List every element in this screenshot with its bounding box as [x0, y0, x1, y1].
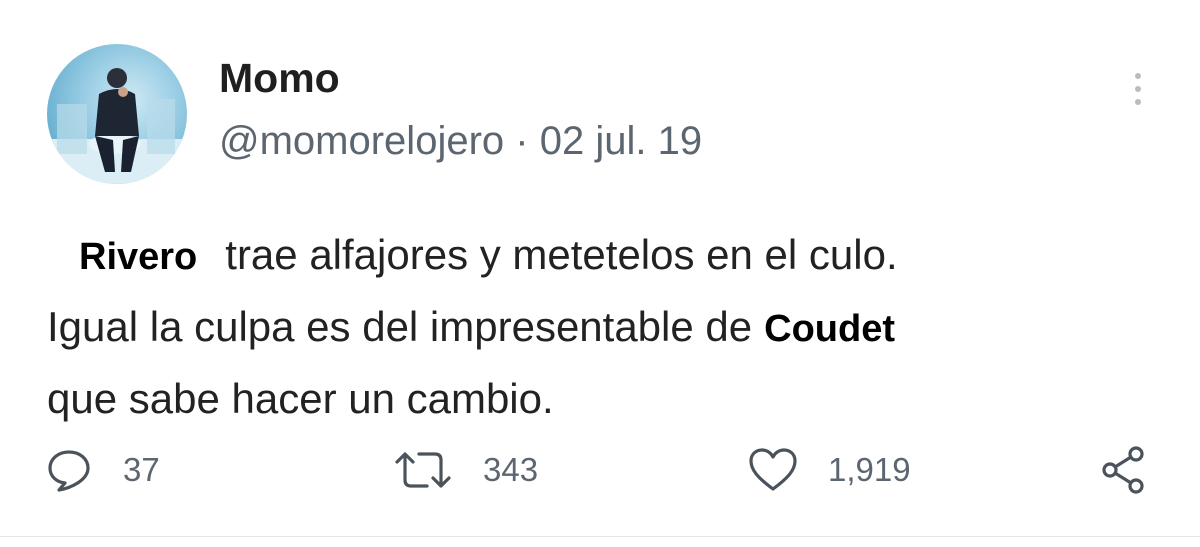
- display-name[interactable]: Momo: [219, 58, 340, 99]
- share-button[interactable]: [1098, 440, 1150, 500]
- tweet-actions: 37 343 1,919: [0, 440, 1200, 500]
- tweet-date[interactable]: 02 jul. 19: [540, 119, 702, 163]
- heart-icon: [749, 448, 797, 491]
- bottom-divider: [0, 536, 1200, 537]
- retweet-icon: [395, 452, 451, 488]
- tweet-line-2-text: Igual la culpa es del impresentable de: [47, 303, 753, 350]
- separator-dot: ·: [515, 119, 529, 163]
- tweet-line-1-text: trae alfajores y metetelos en el culo.: [225, 231, 898, 278]
- avatar[interactable]: [47, 44, 187, 184]
- avatar-photo: [47, 68, 187, 184]
- tweet-line-1: Rivero trae alfajores y metetelos en el c…: [47, 220, 1157, 292]
- mentioned-name-1: Rivero: [73, 236, 204, 278]
- tweet-line-2: Igual la culpa es del impresentable de Co…: [47, 292, 1157, 364]
- reply-icon: [48, 450, 90, 492]
- retweet-button[interactable]: 343: [393, 440, 538, 500]
- tweet-line-3: que sabe hacer un cambio.: [47, 375, 554, 422]
- like-count: 1,919: [828, 451, 911, 488]
- retweet-count: 343: [483, 451, 539, 488]
- more-options-icon[interactable]: [1128, 70, 1148, 114]
- mentioned-name-2: Coudet: [758, 308, 901, 350]
- user-handle[interactable]: @momorelojero: [219, 119, 504, 163]
- share-icon: [1102, 446, 1144, 494]
- reply-button[interactable]: 37: [45, 440, 160, 500]
- tweet-text: Rivero trae alfajores y metetelos en el c…: [47, 220, 1157, 433]
- like-button[interactable]: 1,919: [748, 440, 911, 500]
- handle-line: @momorelojero · 02 jul. 19: [219, 121, 702, 161]
- reply-count: 37: [123, 451, 160, 488]
